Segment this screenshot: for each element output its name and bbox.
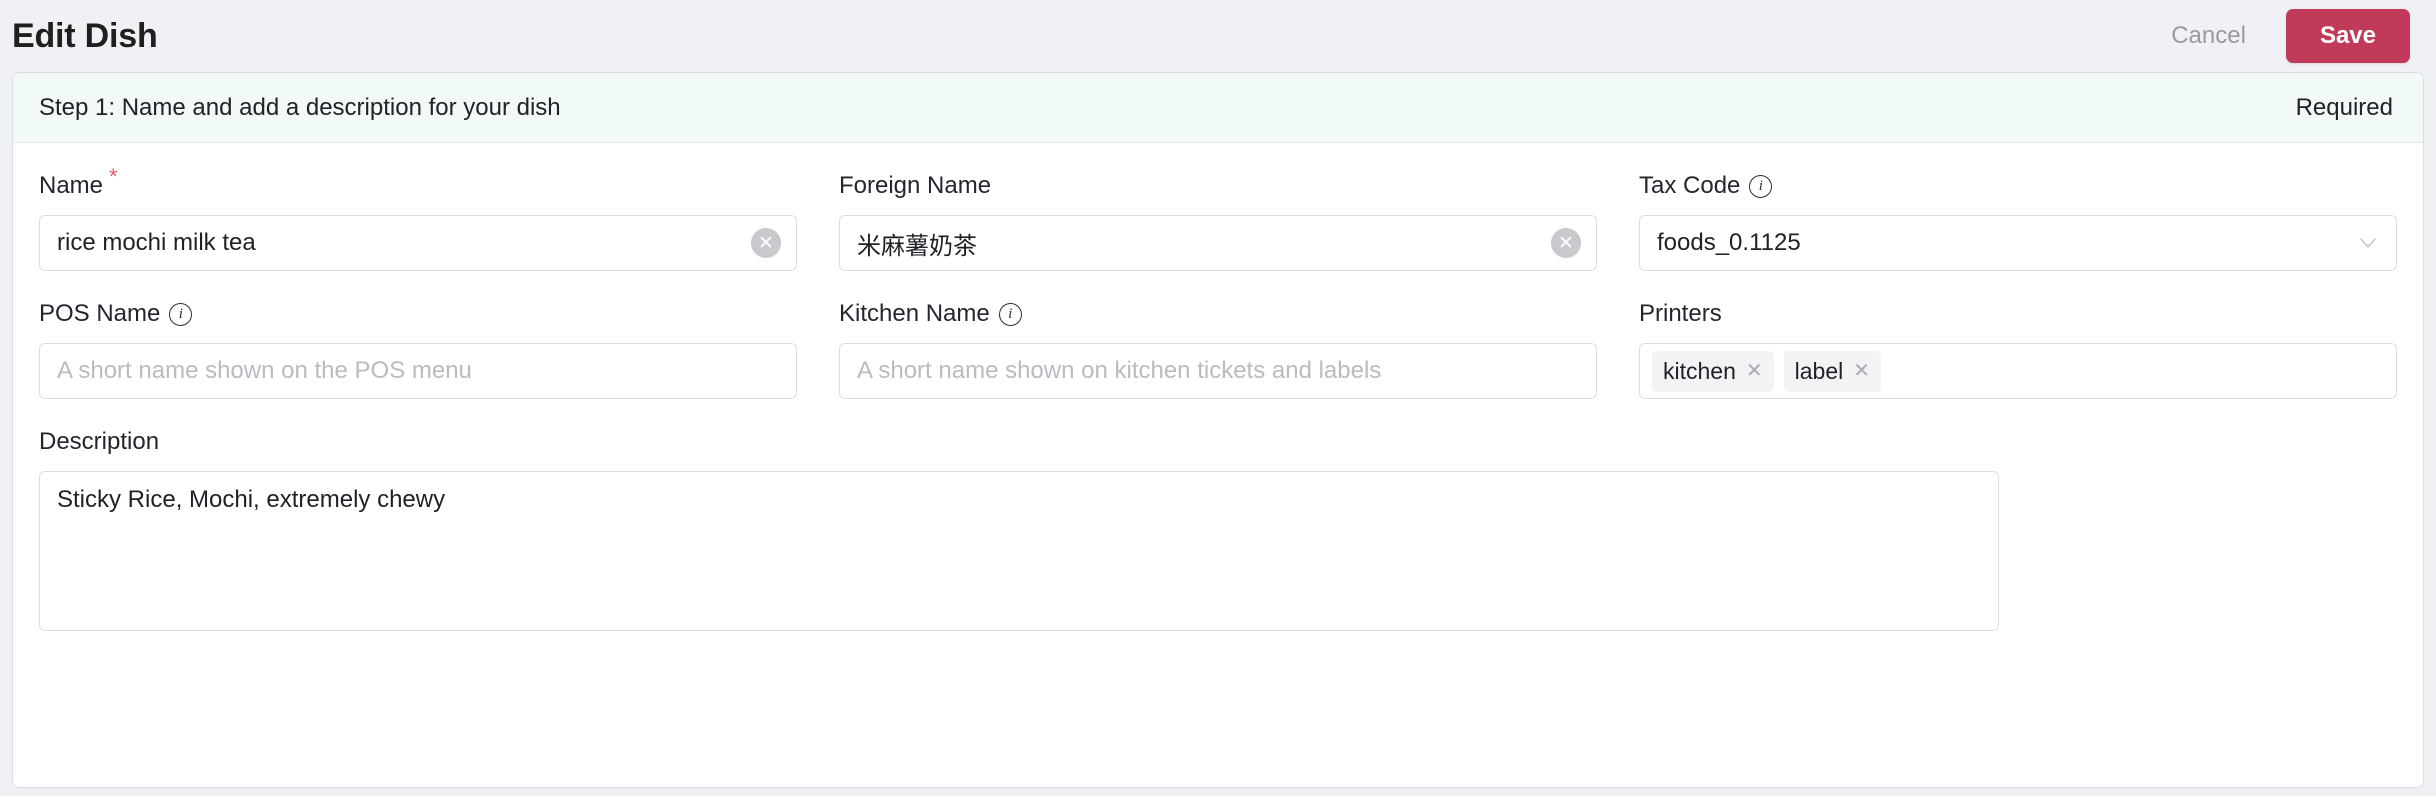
header-actions: Cancel Save — [2161, 9, 2410, 63]
remove-tag-icon[interactable]: ✕ — [1746, 361, 1763, 381]
tax-code-label-text: Tax Code — [1639, 172, 1741, 199]
form-body: Name * ✕ Foreign Name ✕ Ta — [13, 143, 2423, 631]
foreign-name-label: Foreign Name — [839, 171, 1597, 201]
printers-label: Printers — [1639, 299, 2397, 329]
info-icon-pos-name[interactable]: i — [169, 302, 193, 326]
field-name: Name * ✕ — [39, 166, 797, 271]
description-label-text: Description — [39, 428, 160, 455]
kitchen-name-input-wrap — [839, 343, 1597, 399]
save-button[interactable]: Save — [2285, 9, 2410, 63]
tag-label: kitchen — [1663, 357, 1736, 384]
pos-name-label-text: POS Name — [39, 300, 161, 327]
foreign-name-label-text: Foreign Name — [839, 172, 992, 199]
pos-name-label: POS Name i — [39, 299, 797, 329]
remove-tag-icon[interactable]: ✕ — [1853, 361, 1870, 381]
kitchen-name-input[interactable] — [839, 343, 1597, 399]
foreign-name-input[interactable] — [839, 215, 1597, 271]
tax-code-select[interactable]: foods_0.1125 — [1639, 215, 2397, 271]
page-title: Edit Dish — [12, 17, 158, 55]
field-description: Description Sticky Rice, Mochi, extremel… — [39, 427, 2397, 631]
field-printers: Printers kitchen ✕ label ✕ — [1639, 299, 2397, 399]
field-tax-code: Tax Code i foods_0.1125 — [1639, 171, 2397, 271]
name-label: Name * — [39, 166, 797, 201]
info-icon-kitchen-name[interactable]: i — [998, 302, 1022, 326]
step-banner-text: Step 1: Name and add a description for y… — [39, 93, 561, 121]
tag-chip[interactable]: kitchen ✕ — [1652, 350, 1774, 392]
step-banner: Step 1: Name and add a description for y… — [13, 73, 2423, 143]
tag-chip[interactable]: label ✕ — [1783, 350, 1882, 392]
name-input-wrap: ✕ — [39, 215, 797, 271]
description-textarea[interactable]: Sticky Rice, Mochi, extremely chewy — [39, 471, 1999, 631]
form-row-1: Name * ✕ Foreign Name ✕ Ta — [39, 166, 2397, 271]
kitchen-name-label: Kitchen Name i — [839, 299, 1597, 329]
form-row-2: POS Name i Kitchen Name i Printers — [39, 299, 2397, 399]
field-kitchen-name: Kitchen Name i — [839, 299, 1597, 399]
description-label: Description — [39, 427, 2397, 457]
info-icon-tax-code[interactable]: i — [1749, 174, 1773, 198]
edit-dish-card: Step 1: Name and add a description for y… — [12, 72, 2424, 788]
name-label-text: Name — [39, 172, 104, 199]
pos-name-input-wrap — [39, 343, 797, 399]
kitchen-name-label-text: Kitchen Name — [839, 300, 990, 327]
name-input[interactable] — [39, 215, 797, 271]
printers-label-text: Printers — [1639, 300, 1722, 327]
foreign-name-input-wrap: ✕ — [839, 215, 1597, 271]
printers-tags-input[interactable]: kitchen ✕ label ✕ — [1639, 343, 2397, 399]
field-foreign-name: Foreign Name ✕ — [839, 171, 1597, 271]
step-required-label: Required — [2295, 93, 2393, 121]
clear-icon-foreign-name[interactable]: ✕ — [1551, 228, 1581, 258]
clear-icon-name[interactable]: ✕ — [751, 228, 781, 258]
tax-code-value: foods_0.1125 — [1657, 229, 1801, 256]
field-pos-name: POS Name i — [39, 299, 797, 399]
cancel-button[interactable]: Cancel — [2161, 14, 2256, 58]
tag-label: label — [1794, 357, 1844, 384]
tax-code-select-wrap: foods_0.1125 — [1639, 215, 2397, 271]
page-header: Edit Dish Cancel Save — [0, 0, 2436, 72]
tax-code-label: Tax Code i — [1639, 171, 2397, 201]
pos-name-input[interactable] — [39, 343, 797, 399]
required-asterisk-icon: * — [109, 164, 118, 189]
